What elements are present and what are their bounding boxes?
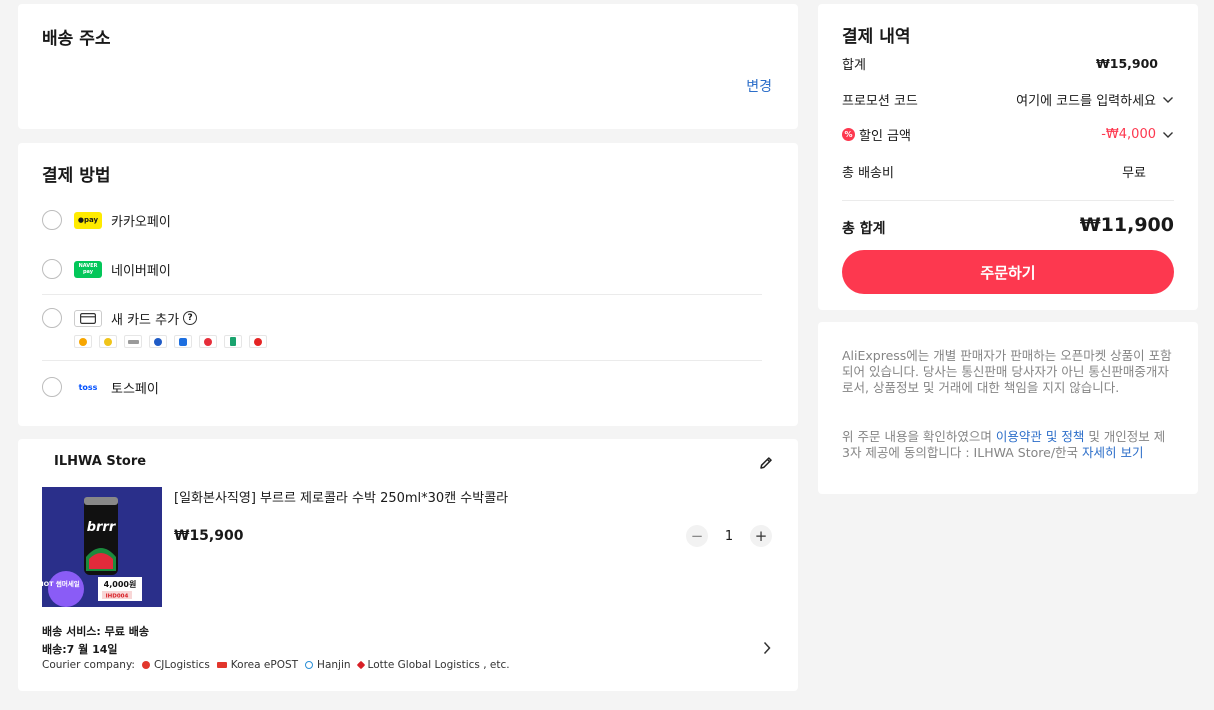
tosspay-radio[interactable]	[42, 377, 62, 397]
discount-value-group[interactable]: -₩4,000	[1101, 127, 1174, 142]
credit-card-icon	[74, 309, 102, 327]
hanjin-logo-icon	[305, 661, 314, 669]
order-summary-card: 결제 내역 합계 ₩15,900 프로모션 코드 여기에 코드를 입력하세요 %…	[818, 4, 1198, 310]
card-brand-icon	[174, 335, 192, 348]
courier-list: Courier company: CJLogistics Korea ePOST…	[42, 659, 510, 671]
card-brand-icon	[149, 335, 167, 348]
product-price: ₩15,900	[174, 528, 244, 544]
card-brand-logos	[74, 335, 267, 348]
consent-notice: 위 주문 내용을 확인하였으며 이용약관 및 정책 및 개인정보 제3자 제공에…	[842, 429, 1166, 460]
payment-option-naverpay[interactable]: NAVER pay 네이버페이	[42, 259, 762, 279]
details-link[interactable]: 자세히 보기	[1082, 445, 1143, 460]
promo-code-placeholder: 여기에 코드를 입력하세요	[1016, 94, 1156, 109]
product-thumbnail[interactable]: brrr HOT 썸머세일 4,000원 IHD004	[42, 487, 162, 607]
card-brand-icon	[99, 335, 117, 348]
payment-option-new-card[interactable]: 새 카드 추가 ?	[42, 308, 762, 328]
discount-label: 할인 금액	[859, 129, 911, 144]
divider	[42, 360, 762, 361]
lotte-logo-icon	[356, 660, 365, 670]
courier-cj: CJLogistics	[141, 659, 210, 671]
courier-label: Courier company:	[42, 659, 135, 671]
quantity-value: 1	[724, 528, 734, 544]
card-brand-icon	[249, 335, 267, 348]
naverpay-radio[interactable]	[42, 259, 62, 279]
thumb-price-tag: 4,000원	[104, 579, 137, 589]
discount-value: -₩4,000	[1101, 127, 1156, 142]
card-brand-icon	[199, 335, 217, 348]
help-icon[interactable]: ?	[183, 311, 198, 325]
epost-logo-icon	[216, 662, 227, 668]
chevron-right-icon[interactable]	[762, 641, 772, 655]
shipping-address-title: 배송 주소	[42, 29, 111, 49]
can-brand-text: brrr	[87, 520, 117, 535]
payment-method-title: 결제 방법	[42, 166, 111, 186]
order-summary-title: 결제 내역	[842, 27, 911, 47]
total-value: ₩11,900	[1079, 214, 1174, 236]
legal-notice-card: AliExpress에는 개별 판매자가 판매하는 오픈마켓 상품이 포함되어 …	[818, 322, 1198, 494]
new-card-label: 새 카드 추가	[111, 312, 180, 328]
shipping-service: 배송 서비스: 무료 배송	[42, 625, 149, 638]
discount-icon: %	[842, 128, 855, 141]
chevron-down-icon[interactable]	[1162, 96, 1174, 104]
edit-icon[interactable]	[758, 455, 774, 471]
change-address-link[interactable]: 변경	[746, 76, 772, 96]
subtotal-row: 합계 ₩15,900	[842, 54, 1174, 73]
card-brand-icon	[74, 335, 92, 348]
divider	[42, 294, 762, 295]
subtotal-label: 합계	[842, 58, 866, 73]
courier-hanjin: Hanjin	[305, 659, 351, 671]
promo-code-input[interactable]: 여기에 코드를 입력하세요	[1016, 90, 1174, 109]
increase-quantity-button[interactable]: +	[750, 525, 772, 547]
promo-code-label: 프로모션 코드	[842, 94, 918, 109]
naverpay-label: 네이버페이	[111, 263, 171, 279]
courier-epost: Korea ePOST	[216, 659, 298, 671]
store-name: ILHWA Store	[54, 454, 147, 469]
courier-lotte: Lotte Global Logistics , etc.	[356, 659, 510, 671]
payment-option-kakaopay[interactable]: ●pay 카카오페이	[42, 210, 762, 230]
store-order-card: ILHWA Store brrr HOT 썸머세일 4,000원 IHD004 …	[18, 439, 798, 691]
kakaopay-logo-icon: ●pay	[74, 211, 102, 229]
product-title[interactable]: [일화본사직영] 부르르 제로콜라 수박 250ml*30캔 수박콜라	[174, 487, 508, 506]
new-card-radio[interactable]	[42, 308, 62, 328]
card-brand-icon	[124, 335, 142, 348]
subtotal-value: ₩15,900	[1095, 56, 1158, 71]
kakaopay-radio[interactable]	[42, 210, 62, 230]
card-brand-icon	[224, 335, 242, 348]
kakaopay-label: 카카오페이	[111, 214, 171, 230]
shipping-fee-value: 무료	[1122, 166, 1146, 181]
shipping-address-card: 배송 주소 변경	[18, 4, 798, 129]
shipping-date: 배송:7 월 14일	[42, 643, 118, 656]
total-label: 총 합계	[842, 221, 886, 237]
payment-method-card: 결제 방법 ●pay 카카오페이 NAVER pay 네이버페이 새 카드 추가…	[18, 143, 798, 426]
marketplace-notice: AliExpress에는 개별 판매자가 판매하는 오픈마켓 상품이 포함되어 …	[842, 348, 1172, 395]
divider	[842, 200, 1174, 201]
thumb-coupon-code: IHD004	[106, 594, 129, 600]
shipping-fee-row: 총 배송비 무료	[842, 162, 1174, 181]
payment-option-tosspay[interactable]: toss 토스페이	[42, 377, 762, 397]
terms-link[interactable]: 이용약관 및 정책	[996, 429, 1084, 444]
place-order-button[interactable]: 주문하기	[842, 250, 1174, 294]
thumb-badge-text: HOT 썸머세일	[42, 579, 80, 588]
tosspay-logo-icon: toss	[74, 378, 102, 396]
tosspay-label: 토스페이	[111, 381, 159, 397]
shipping-fee-label: 총 배송비	[842, 166, 894, 181]
quantity-stepper: − 1 +	[686, 525, 772, 547]
decrease-quantity-button[interactable]: −	[686, 525, 708, 547]
discount-row: % 할인 금액 -₩4,000	[842, 125, 1174, 144]
cola-can-image: brrr HOT 썸머세일 4,000원 IHD004	[42, 487, 162, 607]
cj-logo-icon	[141, 661, 150, 669]
naverpay-logo-icon: NAVER pay	[74, 260, 102, 278]
promo-code-row[interactable]: 프로모션 코드 여기에 코드를 입력하세요	[842, 90, 1174, 109]
chevron-down-icon[interactable]	[1162, 131, 1174, 139]
